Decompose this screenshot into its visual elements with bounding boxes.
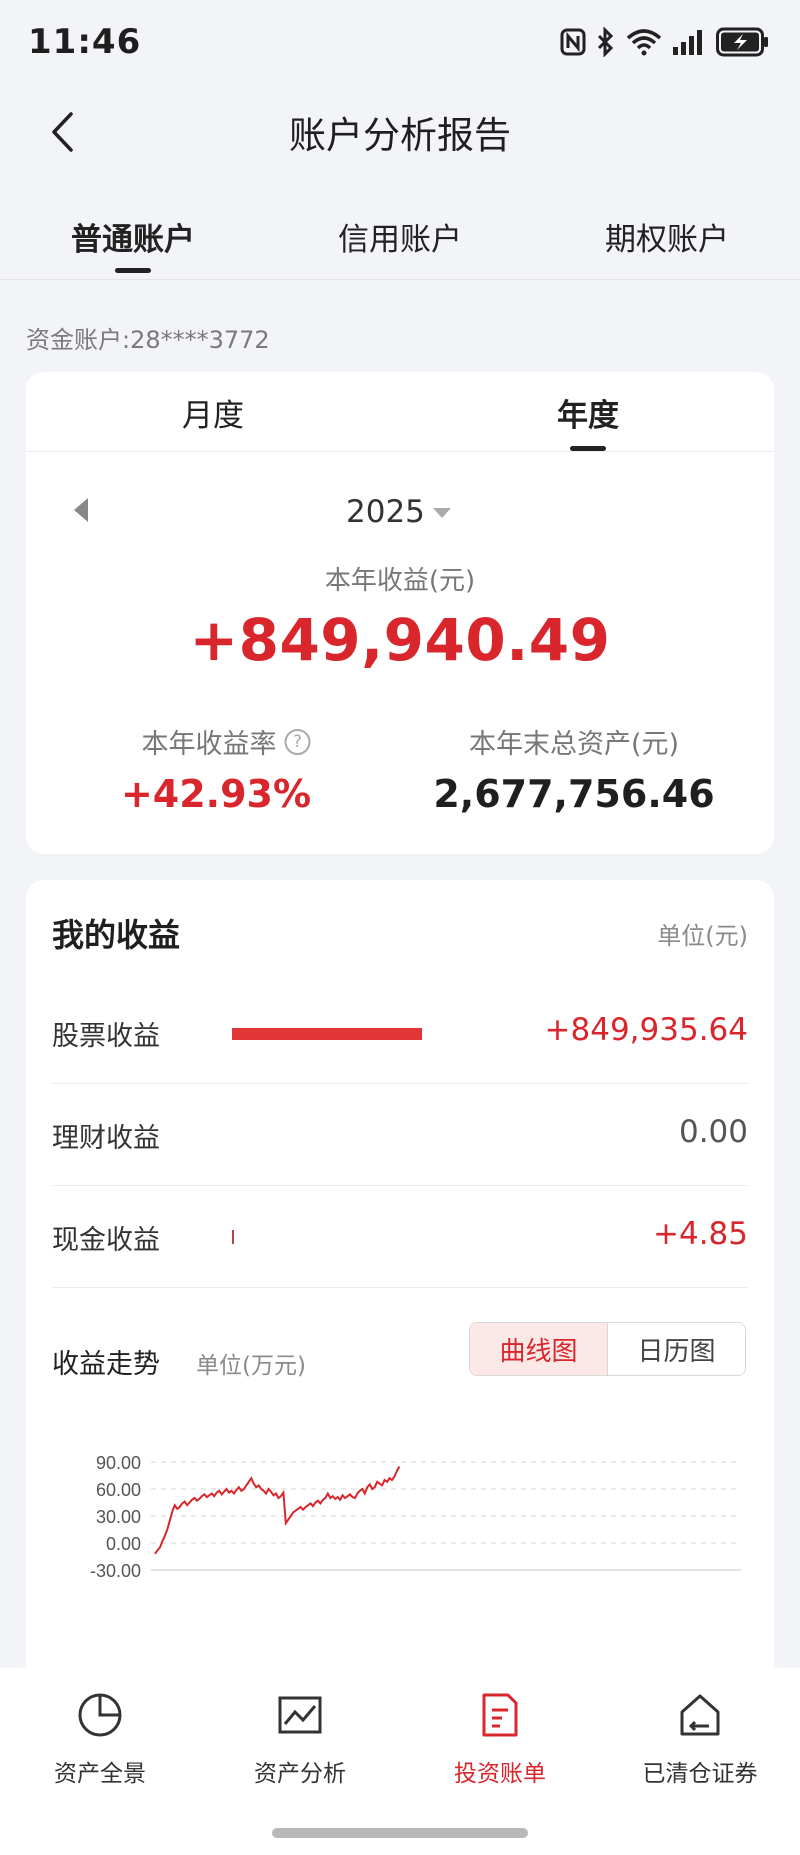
year-selector: 2025: [26, 490, 774, 540]
nav-asset-analysis[interactable]: 资产分析: [200, 1690, 400, 1788]
tab-credit-account[interactable]: 信用账户: [338, 214, 462, 259]
line-chart-icon: [278, 1696, 322, 1734]
total-assets-label: 本年末总资产(元): [468, 729, 680, 760]
income-card: 我的收益 单位(元) 股票收益 +849,935.64 理财收益 0.00 现金…: [26, 880, 774, 1700]
account-tab-indicator: [115, 268, 151, 273]
wifi-icon: [626, 29, 662, 56]
income-row-label: 理财收益: [52, 1123, 160, 1154]
income-row-value: +4.85: [653, 1216, 748, 1252]
income-row-value: +849,935.64: [544, 1012, 748, 1048]
summary-card: 月度 年度 2025 本年收益(元) +849,940.49 本年收益率 ? +…: [26, 372, 774, 854]
status-bar: 11:46: [0, 0, 800, 84]
toggle-calendar[interactable]: 日历图: [607, 1323, 745, 1375]
nav-cleared-securities[interactable]: 已清仓证券: [600, 1690, 800, 1788]
bluetooth-icon: [597, 27, 614, 57]
annual-income-value: +849,940.49: [189, 606, 611, 674]
home-indicator: [272, 1828, 528, 1838]
annual-income-label: 本年收益(元): [324, 566, 476, 596]
trend-title: 收益走势: [52, 1349, 160, 1380]
nav-label: 投资账单: [454, 1761, 546, 1787]
signal-icon: [673, 30, 702, 55]
income-row-wealth[interactable]: 理财收益 0.00: [52, 1084, 748, 1186]
y-tick-label: -30.00: [90, 1561, 141, 1581]
income-row-label: 现金收益: [52, 1225, 160, 1256]
income-row-stock[interactable]: 股票收益 +849,935.64: [52, 982, 748, 1084]
income-row-cash[interactable]: 现金收益 +4.85: [52, 1186, 748, 1288]
battery-charging-icon: [716, 27, 768, 57]
income-unit: 单位(元): [657, 922, 748, 950]
chevron-left-icon: [52, 112, 73, 152]
return-rate-value: +42.93%: [120, 772, 312, 816]
toggle-curve[interactable]: 曲线图: [470, 1323, 607, 1375]
tab-normal-account[interactable]: 普通账户: [71, 214, 195, 259]
help-icon[interactable]: ?: [284, 728, 311, 755]
trend-unit: 单位(万元): [196, 1353, 306, 1379]
tab-monthly[interactable]: 月度: [182, 390, 244, 435]
nav-label: 资产分析: [254, 1761, 346, 1787]
y-tick-label: 90.00: [96, 1453, 141, 1473]
cleared-house-icon: [680, 1694, 720, 1736]
tab-yearly[interactable]: 年度: [557, 390, 619, 435]
prev-year-arrow-icon[interactable]: [74, 498, 88, 522]
status-time: 11:46: [28, 22, 142, 62]
income-bar-cash: [232, 1230, 234, 1244]
income-row-value: 0.00: [678, 1114, 748, 1150]
status-icons: [560, 27, 770, 57]
total-assets-value: 2,677,756.46: [433, 772, 715, 816]
income-title: 我的收益: [52, 916, 181, 954]
y-tick-label: 30.00: [96, 1507, 141, 1527]
back-button[interactable]: [40, 110, 84, 154]
bill-icon: [482, 1693, 518, 1737]
y-tick-label: 60.00: [96, 1480, 141, 1500]
nav-asset-overview[interactable]: 资产全景: [0, 1690, 200, 1788]
chart-type-toggle: 曲线图 日历图: [469, 1322, 746, 1376]
period-tab-indicator: [570, 446, 606, 451]
nfc-icon: [560, 28, 586, 56]
page-title: 账户分析报告: [289, 114, 511, 157]
tab-options-account[interactable]: 期权账户: [605, 214, 729, 259]
income-row-label: 股票收益: [52, 1021, 160, 1052]
fund-account-number: 资金账户:28****3772: [26, 326, 270, 354]
trend-chart: 90.00 60.00 30.00 0.00 -30.00: [90, 1453, 741, 1700]
pie-chart-icon: [78, 1693, 122, 1737]
nav-label: 资产全景: [54, 1761, 146, 1787]
income-bar-stock: [232, 1028, 422, 1040]
period-tabs: 月度 年度: [26, 372, 774, 452]
return-rate-label: 本年收益率: [141, 729, 277, 760]
bottom-nav: 资产全景 资产分析 投资账单 已清仓证券: [0, 1668, 800, 1855]
nav-bar: 账户分析报告: [0, 84, 800, 180]
account-tabs: 普通账户 信用账户 期权账户: [0, 200, 800, 280]
nav-investment-bill[interactable]: 投资账单: [400, 1690, 600, 1788]
return-rate-label-group: 本年收益率 ?: [142, 722, 311, 761]
trend-line: [154, 1466, 401, 1555]
caret-down-icon[interactable]: [433, 508, 451, 518]
y-tick-label: 0.00: [106, 1534, 141, 1554]
year-dropdown[interactable]: 2025: [346, 494, 425, 530]
nav-label: 已清仓证券: [642, 1761, 758, 1787]
